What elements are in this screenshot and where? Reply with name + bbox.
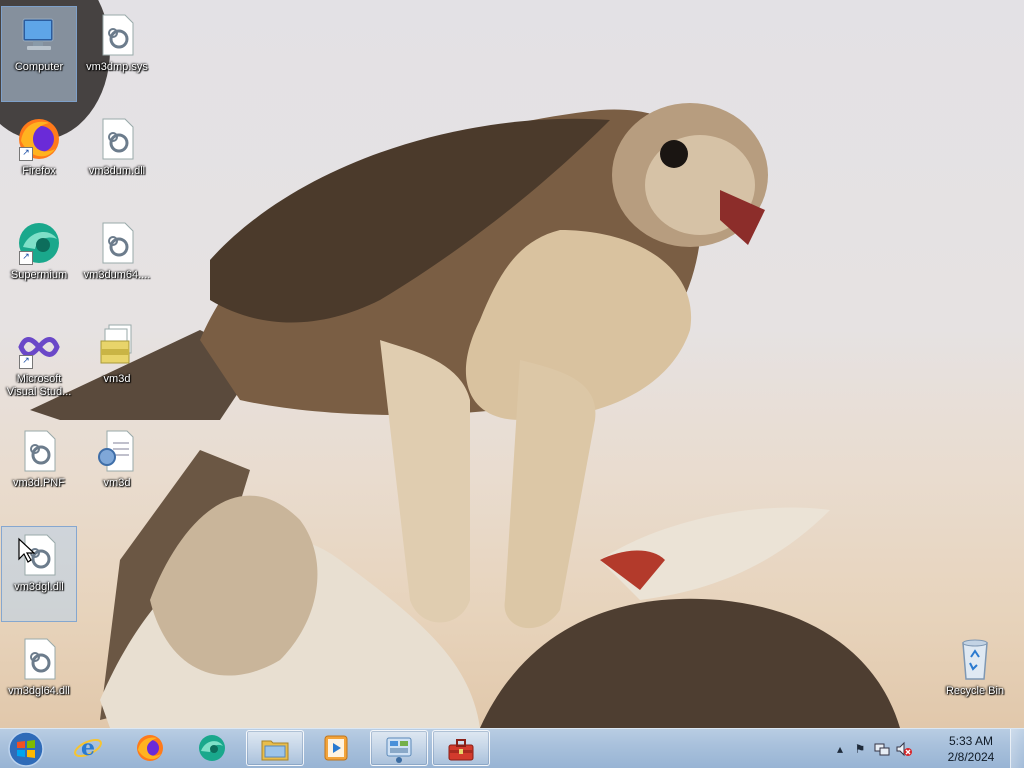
clock-date: 2/8/2024 [947,750,995,764]
desktop-icon-computer[interactable]: Computer [1,6,77,102]
setup-files-icon [93,323,141,371]
windows-start-icon [8,731,44,767]
system-file-icon [93,11,141,59]
desktop-icon-vm3dmp-sys[interactable]: vm3dmp.sys [79,6,155,102]
taskbar-firefox[interactable] [122,730,180,766]
internet-explorer-icon: e [74,735,102,761]
taskbar-file-explorer[interactable] [246,730,304,766]
folder-icon [261,740,289,761]
supermium-icon [199,735,225,761]
firefox-icon [137,735,163,761]
desktop-icon-supermium[interactable]: ↗ Supermium [1,214,77,310]
desktop-icon-firefox[interactable]: ↗ Firefox [1,110,77,206]
svg-text:e: e [81,735,95,761]
desktop-icon-vm3d-inf[interactable]: vm3d [79,422,155,518]
desktop-icon-label: vm3d [103,477,131,489]
supermium-icon: ↗ [15,219,63,267]
desktop-icon-label: vm3dgl.dll [14,581,64,593]
action-center-flag-icon[interactable]: ⚑ [852,741,868,757]
setup-info-icon [93,427,141,475]
taskbar-media-player[interactable] [308,730,366,766]
desktop[interactable]: Computer vm3dmp.sys ↗ Firefox vm3dum.dll… [0,0,1024,728]
visual-studio-icon: ↗ [15,323,63,371]
desktop-icon-visual-studio[interactable]: ↗ Microsoft Visual Stud... [1,318,77,414]
system-file-icon [93,115,141,163]
desktop-icon-recycle-bin[interactable]: Recycle Bin [937,630,1013,726]
system-file-icon [15,531,63,579]
desktop-icon-label: vm3dum.dll [88,165,146,177]
show-hidden-icons-arrow[interactable]: ▴ [832,741,848,757]
desktop-icon-vm3dum64[interactable]: vm3dum64.... [79,214,155,310]
shortcut-arrow-icon: ↗ [19,355,33,369]
media-player-icon [324,735,348,761]
taskbar-supermium[interactable] [184,730,242,766]
show-desktop-button[interactable] [1010,729,1024,769]
firefox-icon: ↗ [15,115,63,163]
shortcut-arrow-icon: ↗ [19,147,33,161]
desktop-icon-vm3dgl64-dll[interactable]: vm3dgl64.dll [1,630,77,726]
desktop-icon-label: vm3d.PNF [13,477,65,489]
network-icon[interactable] [874,741,890,757]
toolbox-icon [448,739,474,761]
start-button[interactable] [4,730,48,768]
desktop-icon-label: vm3dgl64.dll [8,685,70,697]
desktop-icon-label: Firefox [22,165,56,177]
desktop-icon-label: Computer [14,61,64,73]
clock-time: 5:33 AM [948,734,994,748]
desktop-icon-label: vm3dum64.... [83,269,151,281]
desktop-icon-vm3d-setup[interactable]: vm3d [79,318,155,414]
computer-icon [15,11,63,59]
desktop-icon-label: vm3d [103,373,131,385]
desktop-icon-vm3dum-dll[interactable]: vm3dum.dll [79,110,155,206]
recycle-bin-icon [951,635,999,683]
desktop-icon-label: Supermium [10,269,68,281]
control-panel-icon [386,737,412,763]
system-tray: ▴ ⚑ 5:33 AM 2/8/2024 [826,729,1006,769]
system-file-icon [93,219,141,267]
clock[interactable]: 5:33 AM 2/8/2024 [936,733,1006,765]
taskbar-control-panel[interactable] [370,730,428,766]
taskbar-toolbox[interactable] [432,730,490,766]
system-file-icon [15,635,63,683]
taskbar-internet-explorer[interactable]: e [60,730,118,766]
desktop-icon-vm3d-pnf[interactable]: vm3d.PNF [1,422,77,518]
taskbar: e ▴ ⚑ 5:33 AM 2/8/2024 [0,728,1024,769]
desktop-icon-vm3dgl-dll[interactable]: vm3dgl.dll [1,526,77,622]
desktop-icon-label: Recycle Bin [945,685,1005,697]
shortcut-arrow-icon: ↗ [19,251,33,265]
desktop-icon-label: vm3dmp.sys [86,61,148,73]
volume-muted-icon[interactable] [896,741,912,757]
system-file-icon [15,427,63,475]
desktop-icon-label: Microsoft Visual Stud... [6,373,72,398]
